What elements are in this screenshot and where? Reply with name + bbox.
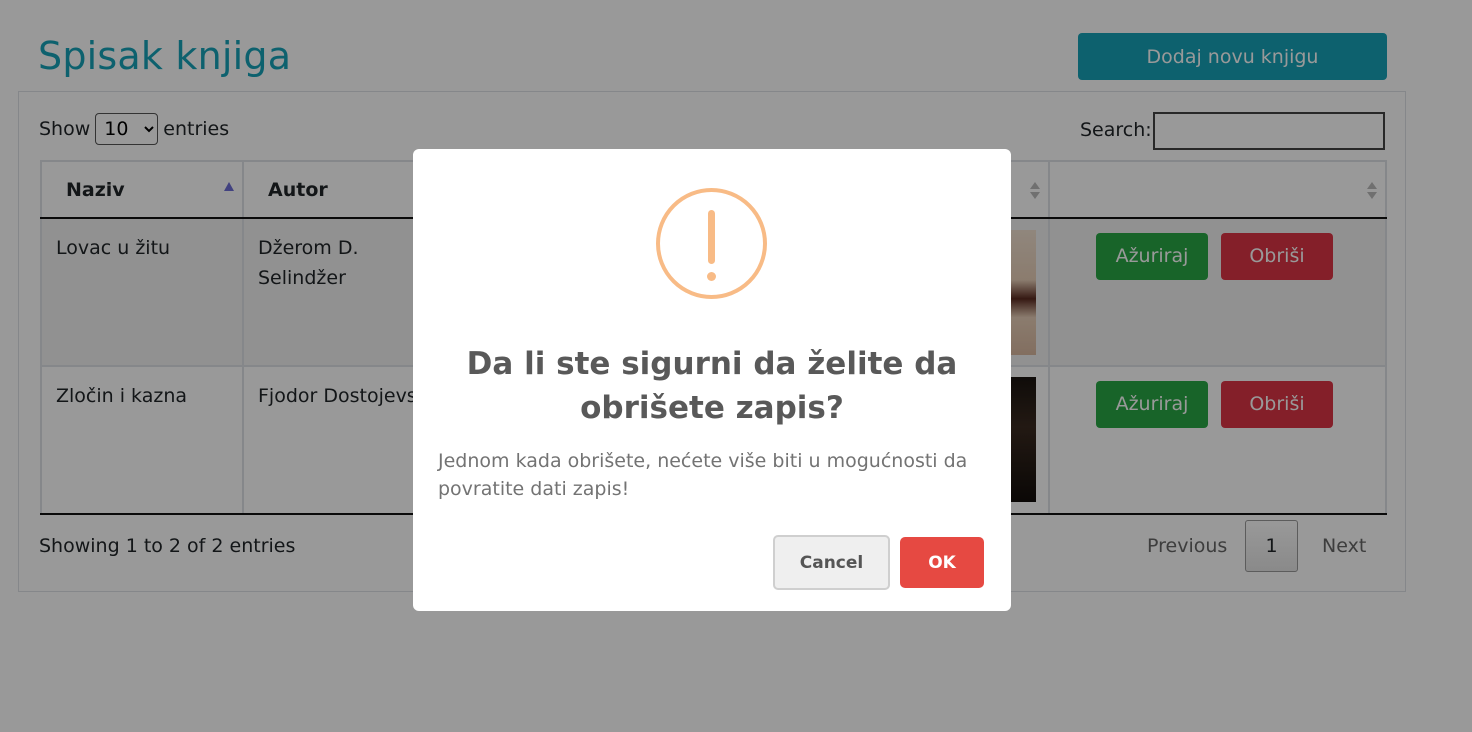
dialog-title: Da li ste sigurni da želite da obrišete … [466,346,958,426]
confirm-delete-dialog: Da li ste sigurni da želite da obrišete … [413,149,1011,611]
warning-icon [656,188,767,299]
ok-button[interactable]: OK [900,537,984,588]
dialog-text: Jednom kada obrišete, nećete više biti u… [438,450,968,500]
warning-icon-bar [708,210,715,264]
warning-icon-dot [707,272,716,281]
cancel-button[interactable]: Cancel [773,535,890,590]
